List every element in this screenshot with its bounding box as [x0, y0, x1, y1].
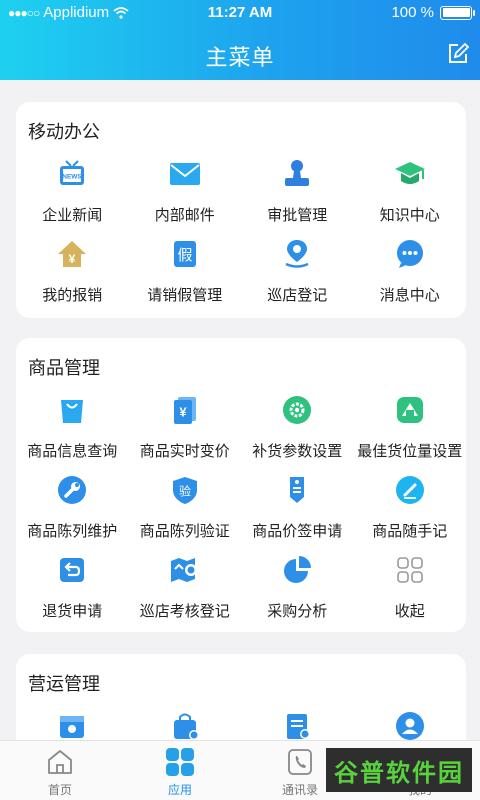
menu-item-price-change[interactable]: ¥ 商品实时变价	[129, 390, 242, 470]
menu-item-label: 商品实时变价	[139, 443, 230, 460]
menu-item-label: 我的报销	[42, 287, 103, 304]
tab-home[interactable]: 首页	[0, 741, 120, 800]
shopping-bag-icon	[56, 394, 88, 426]
tab-apps[interactable]: 应用	[120, 741, 240, 800]
menu-item-label: 采购分析	[267, 603, 328, 620]
menu-item-label: 知识中心	[379, 207, 440, 224]
status-bar: ●●●○○ Applidium 11:27 AM 100 %	[0, 0, 480, 26]
menu-item-reimbursement[interactable]: ¥ 我的报销	[16, 234, 129, 314]
section-title: 营运管理	[28, 674, 100, 694]
menu-grid: 商品信息查询 ¥ 商品实时变价 补货参数设置 最佳货位量设置 商品陈列维护 验 …	[16, 390, 466, 630]
menu-item-leave[interactable]: 假 请销假管理	[129, 234, 242, 314]
menu-item-messages[interactable]: 消息中心	[354, 234, 467, 314]
price-card-icon: ¥	[169, 394, 201, 426]
tab-label: 应用	[167, 783, 192, 797]
menu-item-slot-settings[interactable]: 最佳货位量设置	[354, 390, 467, 470]
header: ●●●○○ Applidium 11:27 AM 100 % 主菜单	[0, 0, 480, 80]
watermark: 谷普软件园	[326, 748, 472, 792]
menu-item-replenish-settings[interactable]: 补货参数设置	[241, 390, 354, 470]
section-title: 商品管理	[28, 358, 100, 378]
section-mobile-office: 移动办公 NEWS 企业新闻 内部邮件 审批管理 知识中心 ¥ 我的报销 假 请…	[16, 102, 466, 318]
status-right: 100 %	[391, 4, 475, 21]
phone-book-icon	[285, 747, 315, 777]
menu-item-approval[interactable]: 审批管理	[241, 154, 354, 234]
battery-icon	[440, 5, 475, 20]
leave-icon: 假	[169, 238, 201, 270]
menu-item-company-news[interactable]: NEWS 企业新闻	[16, 154, 129, 234]
home-icon	[45, 747, 75, 777]
svg-text:验: 验	[179, 484, 191, 499]
location-pin-icon	[281, 238, 313, 270]
battery-percent: 100 %	[391, 4, 434, 21]
return-icon	[56, 554, 88, 586]
menu-item-product-info[interactable]: 商品信息查询	[16, 390, 129, 470]
section-product-management: 商品管理 商品信息查询 ¥ 商品实时变价 补货参数设置 最佳货位量设置 商品陈列…	[16, 338, 466, 632]
map-location-icon	[169, 554, 201, 586]
grid-collapse-icon	[394, 554, 426, 586]
edit-icon[interactable]	[446, 42, 470, 66]
report-icon	[281, 710, 313, 742]
chat-bubble-icon	[394, 238, 426, 270]
menu-item-quick-note[interactable]: 商品随手记	[354, 470, 467, 550]
settings-gear-icon	[281, 394, 313, 426]
menu-item-label: 内部邮件	[154, 207, 215, 224]
tab-label: 首页	[47, 783, 72, 797]
menu-item-label: 巡店登记	[267, 287, 328, 304]
menu-item-label: 商品价签申请	[252, 523, 343, 540]
note-pen-icon	[394, 474, 426, 506]
news-tv-icon: NEWS	[56, 158, 88, 190]
menu-item-patrol-assessment[interactable]: 巡店考核登记	[129, 550, 242, 630]
menu-item-display-maintain[interactable]: 商品陈列维护	[16, 470, 129, 550]
menu-item-label: 商品随手记	[372, 523, 448, 540]
warehouse-icon	[394, 394, 426, 426]
menu-item-label: 补货参数设置	[252, 443, 343, 460]
menu-item-label: 审批管理	[267, 207, 328, 224]
menu-item-collapse[interactable]: 收起	[354, 550, 467, 630]
price-tag-icon	[281, 474, 313, 506]
pie-chart-icon	[281, 554, 313, 586]
menu-grid: NEWS 企业新闻 内部邮件 审批管理 知识中心 ¥ 我的报销 假 请销假管理 …	[16, 154, 466, 314]
wrench-icon	[56, 474, 88, 506]
section-operations: 营运管理	[16, 654, 466, 754]
bag-check-icon	[169, 710, 201, 742]
tab-label: 通讯录	[281, 783, 318, 797]
menu-item-label: 企业新闻	[42, 207, 103, 224]
stamp-icon	[281, 158, 313, 190]
menu-item-return[interactable]: 退货申请	[16, 550, 129, 630]
menu-item-store-patrol[interactable]: 巡店登记	[241, 234, 354, 314]
graduation-cap-icon	[394, 158, 426, 190]
menu-item-label: 最佳货位量设置	[357, 443, 463, 460]
menu-item-price-tag[interactable]: 商品价签申请	[241, 470, 354, 550]
mail-icon	[169, 158, 201, 190]
menu-item-knowledge[interactable]: 知识中心	[354, 154, 467, 234]
svg-text:假: 假	[177, 246, 192, 264]
menu-item-label: 商品陈列维护	[27, 523, 118, 540]
menu-item-display-verify[interactable]: 验 商品陈列验证	[129, 470, 242, 550]
menu-item-purchase-analysis[interactable]: 采购分析	[241, 550, 354, 630]
menu-item-label: 消息中心	[379, 287, 440, 304]
menu-item-internal-mail[interactable]: 内部邮件	[129, 154, 242, 234]
store-settings-icon	[56, 710, 88, 742]
svg-text:NEWS: NEWS	[63, 174, 83, 181]
menu-item-label: 商品信息查询	[27, 443, 118, 460]
svg-text:¥: ¥	[69, 252, 76, 266]
menu-item-label: 收起	[394, 603, 425, 620]
menu-item-label: 商品陈列验证	[139, 523, 230, 540]
apps-icon	[165, 747, 195, 777]
menu-item-label: 请销假管理	[147, 287, 223, 304]
reimburse-house-icon: ¥	[56, 238, 88, 270]
svg-text:¥: ¥	[179, 405, 187, 420]
page-title: 主菜单	[205, 45, 275, 70]
verify-shield-icon: 验	[169, 474, 201, 506]
user-icon	[394, 710, 426, 742]
menu-item-label: 退货申请	[42, 603, 103, 620]
section-title: 移动办公	[28, 122, 100, 142]
menu-item-label: 巡店考核登记	[139, 603, 230, 620]
